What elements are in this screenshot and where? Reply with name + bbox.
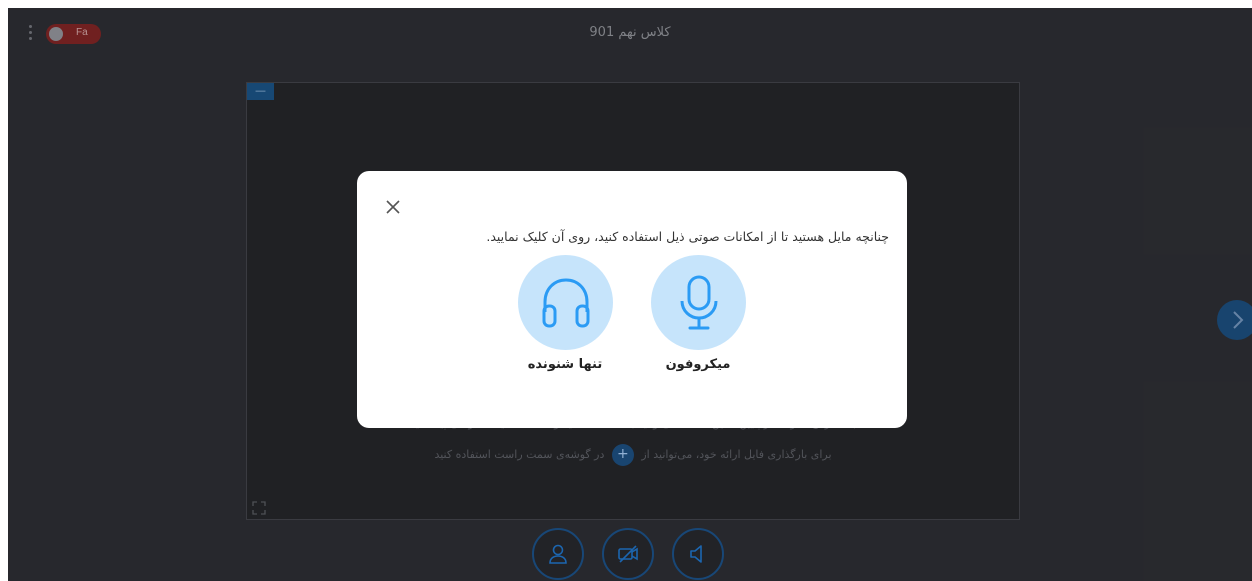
audio-modal-message: چنانچه مایل هستید تا از امکانات صوتی ذیل… [486,229,889,244]
microphone-option-label: میکروفون [665,357,731,372]
microphone-option[interactable]: میکروفون [628,255,768,372]
microphone-option-circle [650,255,746,350]
listen-only-option-circle [517,255,613,350]
close-icon[interactable] [382,196,404,218]
audio-options-modal: چنانچه مایل هستید تا از امکانات صوتی ذیل… [357,171,907,428]
microphone-icon [680,275,717,330]
listen-only-option[interactable]: تنها شنونده [495,255,635,372]
listen-only-option-label: تنها شنونده [527,357,603,372]
headphones-icon [542,278,589,328]
